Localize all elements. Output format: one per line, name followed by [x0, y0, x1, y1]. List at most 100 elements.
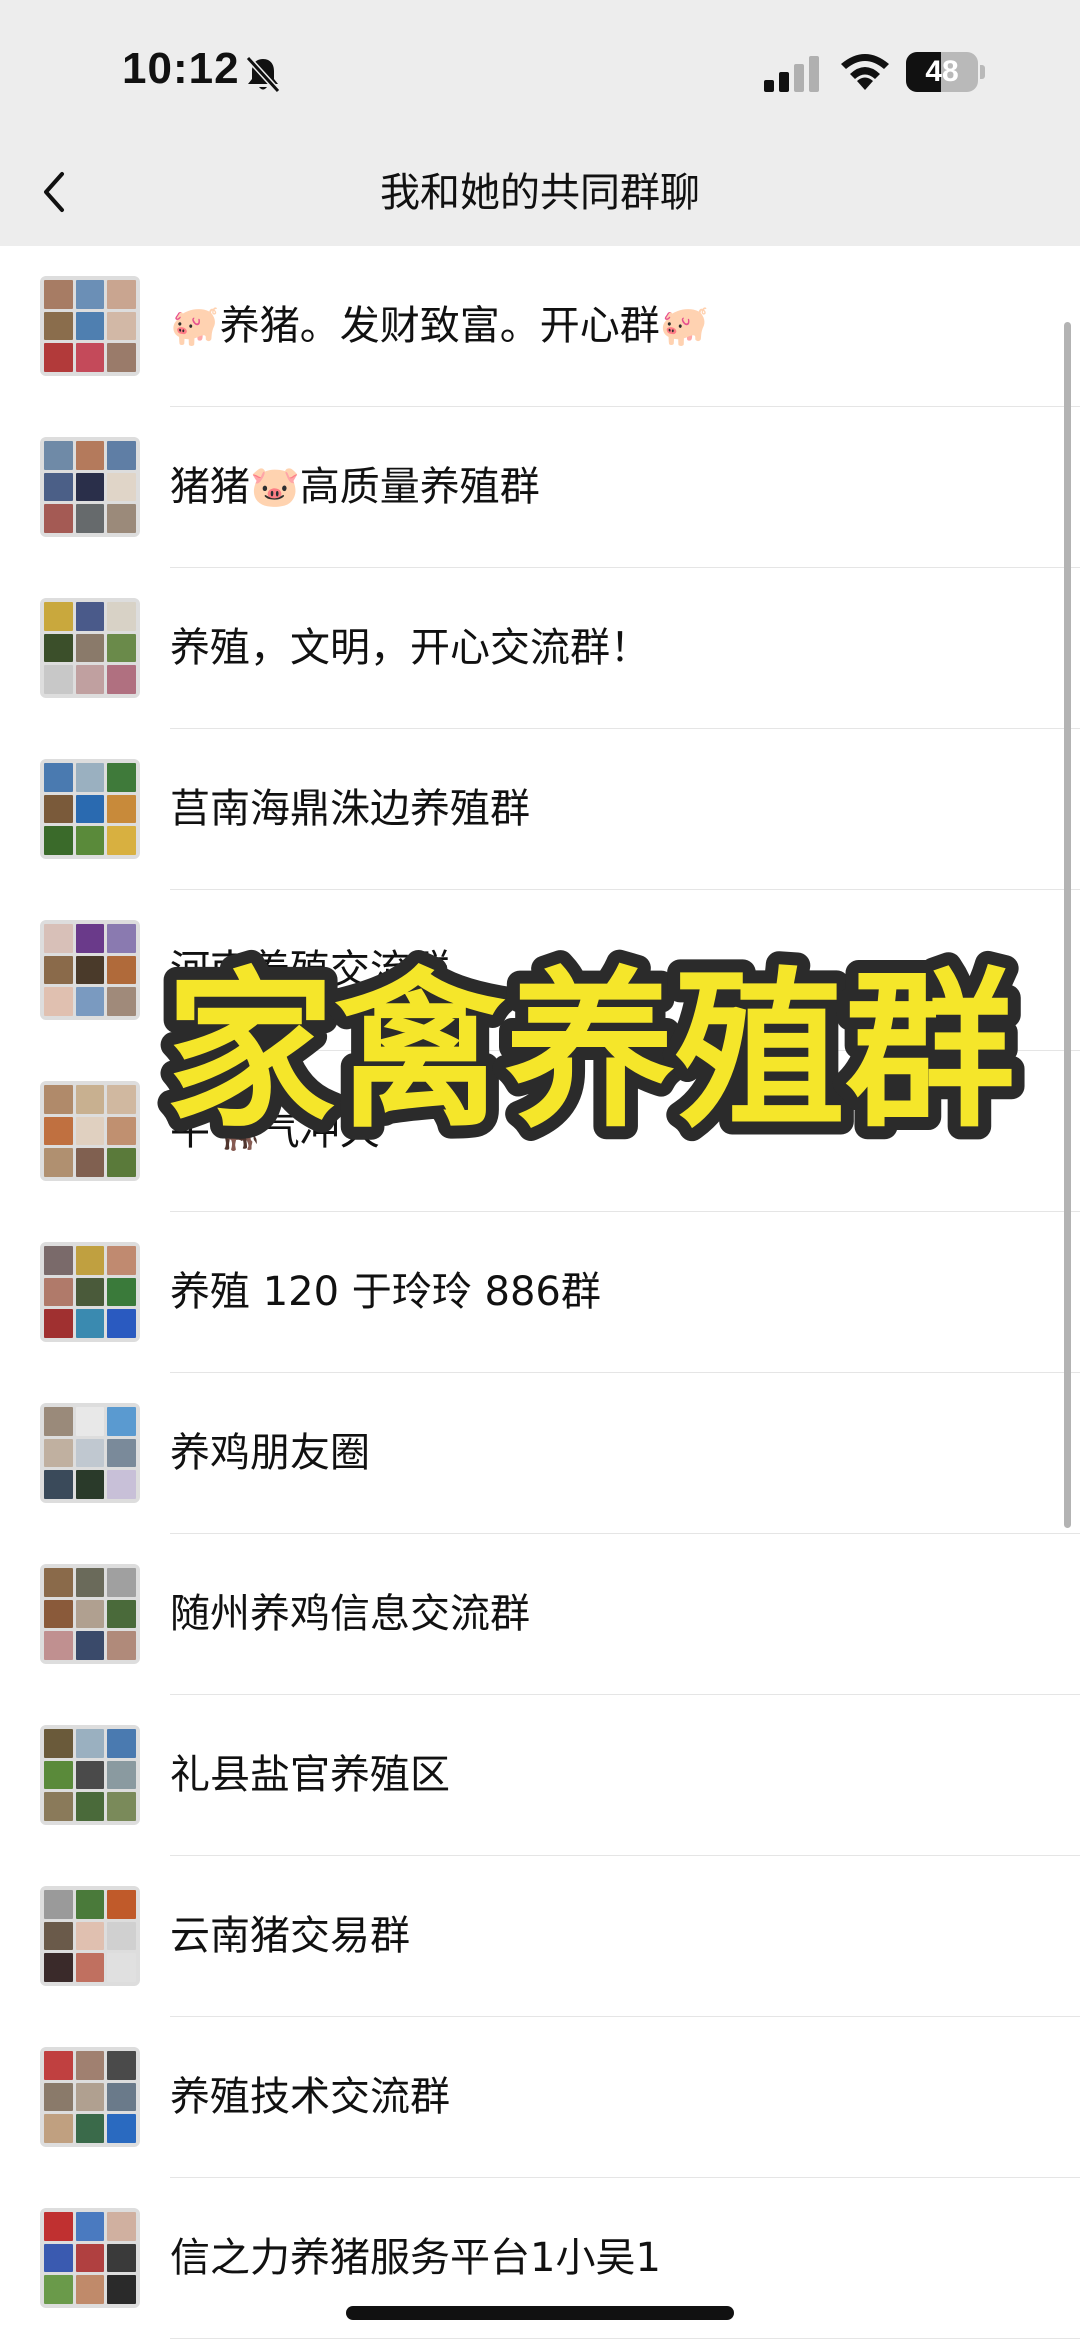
group-avatar	[40, 598, 140, 698]
member-avatar-tile	[107, 504, 136, 533]
cellular-signal-icon	[764, 56, 819, 92]
member-avatar-tile	[75, 1407, 105, 1436]
group-list-item[interactable]: 礼县盐官养殖区	[0, 1695, 1080, 1856]
member-avatar-tile	[44, 987, 73, 1016]
home-indicator[interactable]	[346, 2306, 734, 2320]
member-avatar-tile	[75, 1438, 105, 1468]
member-avatar-tile	[107, 1085, 136, 1114]
member-avatar-tile	[44, 633, 73, 663]
member-avatar-tile	[107, 602, 136, 631]
member-avatar-tile	[107, 1792, 136, 1821]
group-avatar	[40, 2208, 140, 2308]
member-avatar-tile	[107, 1309, 136, 1338]
member-avatar-tile	[75, 2275, 105, 2304]
member-avatar-tile	[75, 311, 105, 341]
group-avatar	[40, 1403, 140, 1503]
member-avatar-tile	[107, 2275, 136, 2304]
member-avatar-tile	[75, 1116, 105, 1146]
member-avatar-tile	[44, 1760, 73, 1790]
member-avatar-tile	[107, 472, 136, 502]
scrollbar[interactable]	[1064, 322, 1071, 1528]
member-avatar-tile	[75, 504, 105, 533]
member-avatar-tile	[44, 472, 73, 502]
group-name: 随州养鸡信息交流群	[170, 1591, 530, 1637]
member-avatar-tile	[75, 2051, 105, 2080]
member-avatar-tile	[75, 2114, 105, 2143]
member-avatar-tile	[75, 1277, 105, 1307]
group-list-item[interactable]: 随州养鸡信息交流群	[0, 1534, 1080, 1695]
member-avatar-tile	[107, 1116, 136, 1146]
member-avatar-tile	[44, 1277, 73, 1307]
group-avatar	[40, 1564, 140, 1664]
member-avatar-tile	[44, 1116, 73, 1146]
member-avatar-tile	[107, 763, 136, 792]
member-avatar-tile	[107, 1148, 136, 1177]
group-list-item[interactable]: 云南猪交易群	[0, 1856, 1080, 2017]
group-avatar	[40, 437, 140, 537]
overlay-text: 家禽养殖群	[165, 953, 1015, 1151]
group-name: 养殖，文明，开心交流群！	[170, 625, 650, 671]
member-avatar-tile	[44, 441, 73, 470]
member-avatar-tile	[75, 1085, 105, 1114]
member-avatar-tile	[75, 1246, 105, 1275]
member-avatar-tile	[75, 1599, 105, 1629]
member-avatar-tile	[75, 665, 105, 694]
nav-bar: 我和她的共同群聊	[0, 140, 1080, 246]
member-avatar-tile	[107, 794, 136, 824]
group-list-item[interactable]: 养鸡朋友圈	[0, 1373, 1080, 1534]
overlay-caption: 家禽养殖群 家禽养殖群	[152, 940, 1028, 1164]
member-avatar-tile	[107, 1921, 136, 1951]
member-avatar-tile	[75, 1631, 105, 1660]
member-avatar-tile	[75, 1760, 105, 1790]
member-avatar-tile	[44, 794, 73, 824]
member-avatar-tile	[107, 2243, 136, 2273]
member-avatar-tile	[44, 1729, 73, 1758]
member-avatar-tile	[44, 1407, 73, 1436]
member-avatar-tile	[107, 311, 136, 341]
member-avatar-tile	[75, 763, 105, 792]
group-list-item[interactable]: 🐖养猪。发财致富。开心群🐖	[0, 246, 1080, 407]
group-name: 云南猪交易群	[170, 1913, 410, 1959]
member-avatar-tile	[107, 1568, 136, 1597]
member-avatar-tile	[107, 955, 136, 985]
member-avatar-tile	[75, 633, 105, 663]
member-avatar-tile	[44, 1921, 73, 1951]
member-avatar-tile	[75, 280, 105, 309]
member-avatar-tile	[75, 472, 105, 502]
chevron-left-icon[interactable]	[36, 164, 76, 220]
group-avatar	[40, 1886, 140, 1986]
group-name: 养殖技术交流群	[170, 2074, 450, 2120]
group-avatar	[40, 920, 140, 1020]
member-avatar-tile	[107, 280, 136, 309]
group-name: 养鸡朋友圈	[170, 1430, 370, 1476]
member-avatar-tile	[75, 2212, 105, 2241]
member-avatar-tile	[75, 602, 105, 631]
member-avatar-tile	[44, 311, 73, 341]
member-avatar-tile	[75, 1729, 105, 1758]
member-avatar-tile	[75, 1470, 105, 1499]
member-avatar-tile	[75, 1148, 105, 1177]
group-list-item[interactable]: 猪猪🐷高质量养殖群	[0, 407, 1080, 568]
status-bar: 10:12 48	[0, 0, 1080, 140]
group-list-item[interactable]: 养殖技术交流群	[0, 2017, 1080, 2178]
member-avatar-tile	[75, 794, 105, 824]
member-avatar-tile	[44, 1599, 73, 1629]
member-avatar-tile	[107, 633, 136, 663]
member-avatar-tile	[44, 826, 73, 855]
member-avatar-tile	[75, 441, 105, 470]
group-name: 🐖养猪。发财致富。开心群🐖	[170, 303, 710, 349]
member-avatar-tile	[107, 924, 136, 953]
member-avatar-tile	[107, 1599, 136, 1629]
member-avatar-tile	[75, 826, 105, 855]
member-avatar-tile	[107, 1407, 136, 1436]
battery-icon: 48	[906, 52, 985, 92]
member-avatar-tile	[107, 2212, 136, 2241]
member-avatar-tile	[75, 1792, 105, 1821]
member-avatar-tile	[44, 763, 73, 792]
member-avatar-tile	[44, 1953, 73, 1982]
group-list-item[interactable]: 莒南海鼎洙边养殖群	[0, 729, 1080, 890]
group-list-item[interactable]: 养殖 120 于玲玲 886群	[0, 1212, 1080, 1373]
group-list-item[interactable]: 养殖，文明，开心交流群！	[0, 568, 1080, 729]
status-time: 10:12	[122, 44, 240, 93]
member-avatar-tile	[44, 1148, 73, 1177]
